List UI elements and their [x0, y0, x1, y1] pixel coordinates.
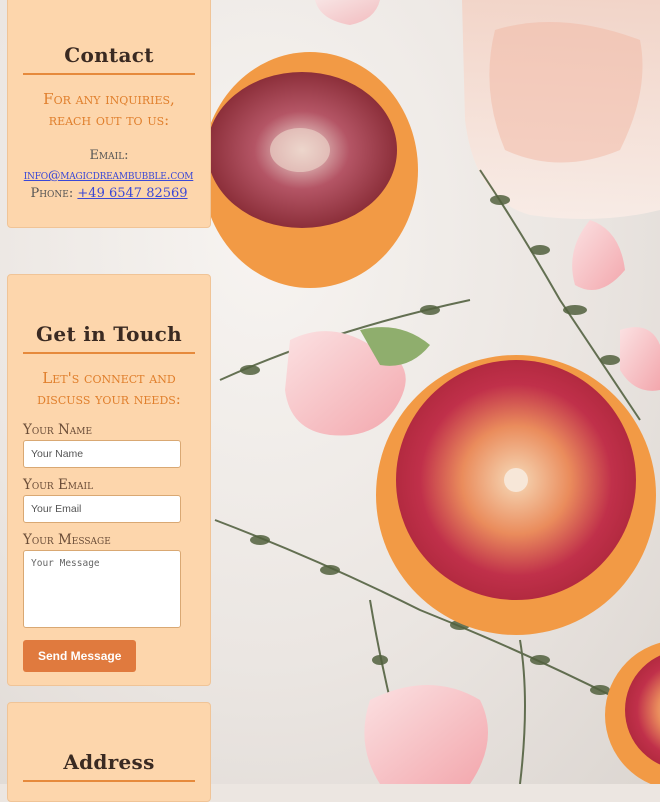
contact-title: Contact: [23, 43, 195, 75]
email-label: Email:: [89, 148, 129, 163]
contact-form: Your Name Your Email Your Message Send M…: [23, 422, 195, 672]
email-link[interactable]: info@magicdreambubble.com: [22, 165, 195, 184]
name-label: Your Name: [23, 422, 93, 438]
contact-details: Email: info@magicdreambubble.com Phone: …: [23, 146, 195, 203]
phone-link[interactable]: +49 6547 82569: [77, 186, 187, 201]
email-field-label: Your Email: [23, 477, 94, 493]
address-title: Address: [23, 750, 195, 782]
name-input[interactable]: [23, 440, 181, 468]
contact-card: Contact For any inquiries, reach out to …: [7, 0, 211, 228]
email-input[interactable]: [23, 495, 181, 523]
get-in-touch-title: Get in Touch: [23, 322, 195, 354]
get-in-touch-card: Get in Touch Let's connect and discuss y…: [7, 274, 211, 686]
message-label: Your Message: [23, 532, 111, 548]
get-in-touch-subtitle: Let's connect and discuss your needs:: [37, 369, 181, 408]
send-message-button[interactable]: Send Message: [23, 640, 137, 672]
phone-row: Phone: +49 6547 82569: [23, 184, 195, 203]
address-card: Address: [7, 702, 211, 802]
contact-subtitle: For any inquiries, reach out to us:: [43, 90, 175, 129]
phone-label: Phone:: [30, 186, 74, 201]
message-textarea[interactable]: [23, 550, 181, 628]
